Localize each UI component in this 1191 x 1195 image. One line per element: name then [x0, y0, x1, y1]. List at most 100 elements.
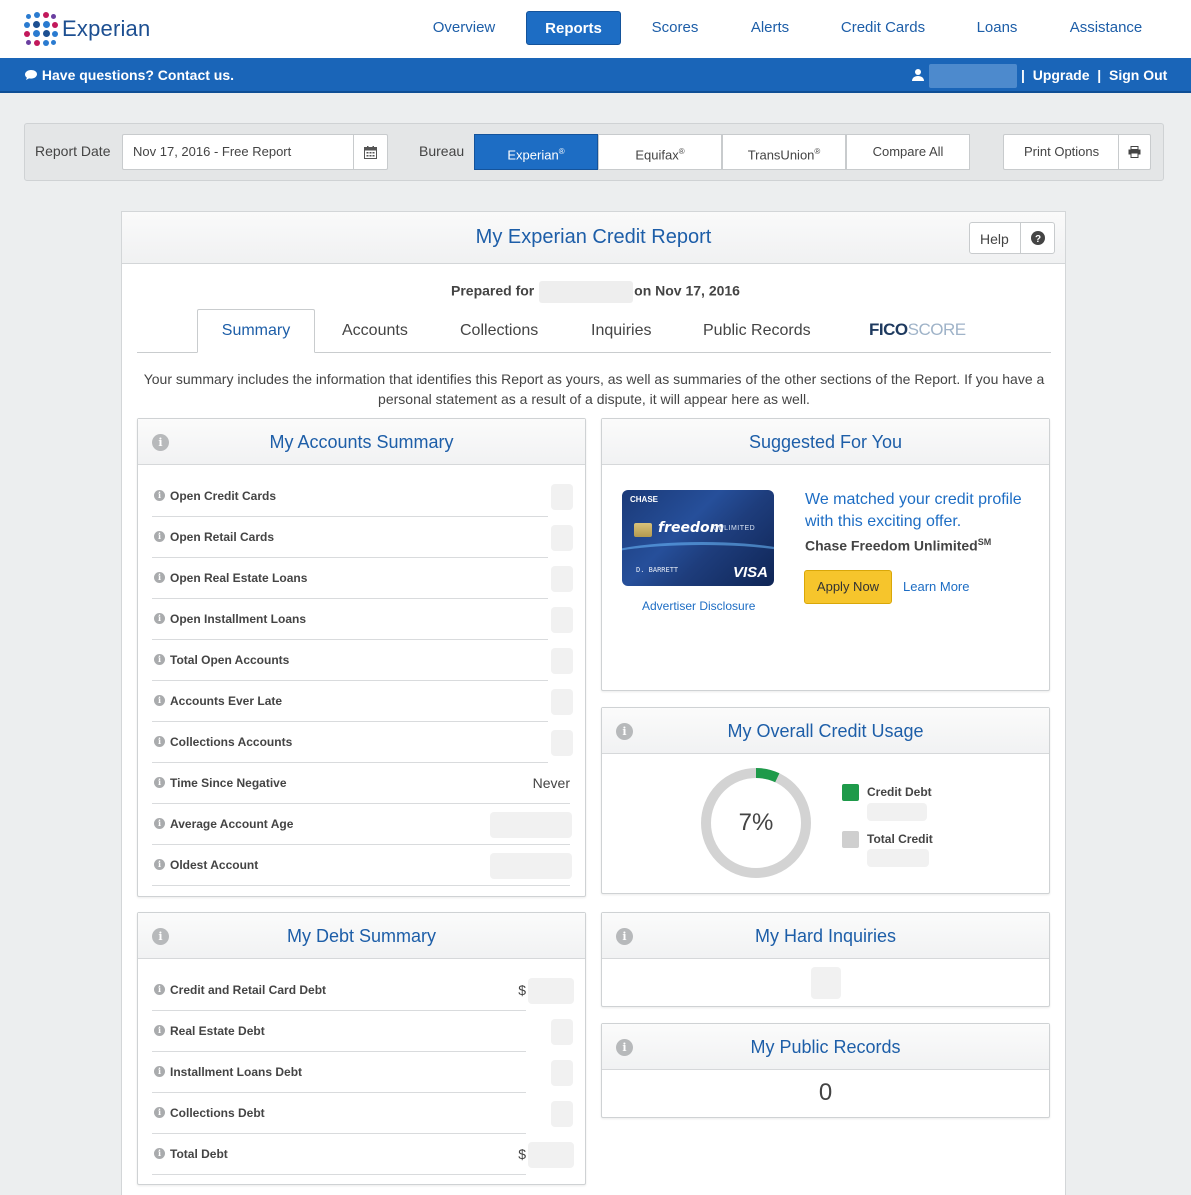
nav-assistance[interactable]: Assistance: [1061, 11, 1151, 45]
report-date-select[interactable]: Nov 17, 2016 - Free Report: [122, 134, 388, 170]
summary-row: i Total Debt $: [152, 1134, 526, 1175]
card-title: My Hard Inquiries: [754, 926, 897, 946]
value-redacted: [528, 978, 574, 1004]
credit-usage-card: i My Overall Credit Usage 7% Credit Debt…: [601, 707, 1050, 894]
learn-more-link[interactable]: Learn More: [903, 579, 969, 594]
info-icon[interactable]: i: [154, 1066, 165, 1077]
row-label: Total Open Accounts: [170, 653, 290, 667]
nav-loans[interactable]: Loans: [968, 11, 1026, 45]
row-label: Average Account Age: [170, 817, 294, 831]
sign-out-link[interactable]: Sign Out: [1109, 67, 1167, 83]
info-icon[interactable]: i: [154, 984, 165, 995]
nav-credit-cards[interactable]: Credit Cards: [831, 11, 935, 45]
tab-collections[interactable]: Collections: [460, 322, 538, 340]
printer-icon[interactable]: [1118, 135, 1150, 169]
summary-row: i Open Installment Loans: [152, 599, 548, 640]
bureau-experian-button[interactable]: Experian®: [474, 134, 598, 170]
info-icon[interactable]: i: [154, 859, 165, 870]
experian-logo-icon: [24, 12, 58, 46]
compare-all-button[interactable]: Compare All: [846, 134, 970, 170]
tab-fico-score[interactable]: FICOSCORE: [869, 320, 966, 340]
experian-logo[interactable]: Experian: [24, 12, 150, 46]
row-value: Never: [532, 775, 570, 791]
legend-swatch-credit-debt: [842, 784, 859, 801]
info-icon[interactable]: i: [154, 1148, 165, 1159]
legend-swatch-total-credit: [842, 831, 859, 848]
row-label: Collections Debt: [170, 1106, 265, 1120]
card-header: Suggested For You: [602, 419, 1049, 465]
value-redacted: [551, 1101, 573, 1127]
offer-product: Chase Freedom UnlimitedSM: [805, 537, 991, 554]
service-mark: SM: [977, 537, 992, 547]
tab-inquiries[interactable]: Inquiries: [591, 322, 651, 340]
nav-overview[interactable]: Overview: [423, 11, 505, 45]
print-options-button[interactable]: Print Options: [1003, 134, 1151, 170]
contact-link[interactable]: Have questions? Contact us.: [24, 67, 234, 83]
info-icon[interactable]: i: [154, 818, 165, 829]
prepared-for: Prepared for on Nov 17, 2016: [451, 281, 740, 303]
offer-product-name: Chase Freedom Unlimited: [805, 537, 978, 554]
public-records-card: i My Public Records 0: [601, 1023, 1050, 1118]
row-label: Open Retail Cards: [170, 530, 275, 544]
debt-summary-card: i My Debt Summary i Credit and Retail Car…: [137, 912, 586, 1185]
bureau-equifax-button[interactable]: Equifax®: [598, 134, 722, 170]
row-value: $: [518, 1146, 526, 1162]
bureau-experian-label: Experian: [507, 147, 559, 163]
info-icon[interactable]: i: [154, 572, 165, 583]
tab-accounts[interactable]: Accounts: [342, 322, 408, 340]
registered-mark: ®: [558, 147, 565, 156]
row-label: Installment Loans Debt: [170, 1065, 303, 1079]
help-button[interactable]: Help ?: [969, 222, 1055, 254]
fico-score-text: SCORE: [907, 320, 966, 339]
public-records-count: 0: [818, 1079, 833, 1106]
bureau-transunion-button[interactable]: TransUnion®: [722, 134, 846, 170]
tab-public-records[interactable]: Public Records: [703, 322, 811, 340]
customer-name-redacted: [539, 281, 634, 303]
question-icon[interactable]: ?: [1020, 223, 1054, 253]
summary-row: i Installment Loans Debt: [152, 1052, 526, 1093]
help-label: Help: [980, 231, 1009, 247]
value-redacted: [551, 525, 573, 551]
top-navigation: Experian Overview Reports Scores Alerts …: [0, 0, 1191, 58]
username-redacted: [929, 64, 1017, 88]
card-network: VISA: [732, 564, 768, 581]
advertiser-disclosure-link[interactable]: Advertiser Disclosure: [642, 599, 755, 613]
nav-alerts[interactable]: Alerts: [741, 11, 799, 45]
legend-credit-debt: Credit Debt: [867, 785, 932, 799]
value-redacted: [551, 566, 573, 592]
info-icon[interactable]: i: [154, 1025, 165, 1036]
card-title: My Debt Summary: [286, 926, 437, 946]
report-date-value: Nov 17, 2016 - Free Report: [133, 144, 292, 159]
nav-reports[interactable]: Reports: [526, 11, 621, 45]
info-icon[interactable]: i: [154, 613, 165, 624]
card-title: Suggested For You: [748, 432, 903, 452]
row-label: Time Since Negative: [170, 776, 287, 790]
upgrade-link[interactable]: Upgrade: [1033, 67, 1090, 83]
value-redacted: [551, 1019, 573, 1045]
tab-summary[interactable]: Summary: [197, 309, 315, 353]
calendar-icon[interactable]: [353, 135, 387, 169]
card-title: My Overall Credit Usage: [727, 721, 924, 741]
info-icon[interactable]: i: [154, 531, 165, 542]
value-redacted: [551, 607, 573, 633]
info-icon[interactable]: i: [154, 777, 165, 788]
info-icon[interactable]: i: [154, 695, 165, 706]
apply-now-button[interactable]: Apply Now: [804, 570, 892, 604]
credit-debt-redacted: [867, 803, 927, 821]
bureau-label: Bureau: [419, 143, 465, 159]
info-icon[interactable]: i: [154, 1107, 165, 1118]
nav-scores[interactable]: Scores: [643, 11, 707, 45]
credit-card-image[interactable]: CHASE freedom UNLIMITED D. BARRETT VISA: [622, 490, 774, 586]
info-icon[interactable]: i: [154, 654, 165, 665]
info-icon[interactable]: i: [154, 736, 165, 747]
card-tier: UNLIMITED: [713, 525, 756, 532]
info-icon[interactable]: i: [154, 490, 165, 501]
row-label: Total Debt: [170, 1147, 228, 1161]
chat-bubble-icon: [25, 70, 37, 80]
card-title: My Accounts Summary: [269, 432, 454, 452]
summary-row: i Open Real Estate Loans: [152, 558, 548, 599]
row-label: Open Credit Cards: [170, 489, 277, 503]
separator: |: [1021, 67, 1025, 83]
card-issuer: CHASE: [630, 495, 659, 504]
card-header: i My Debt Summary: [138, 913, 585, 959]
